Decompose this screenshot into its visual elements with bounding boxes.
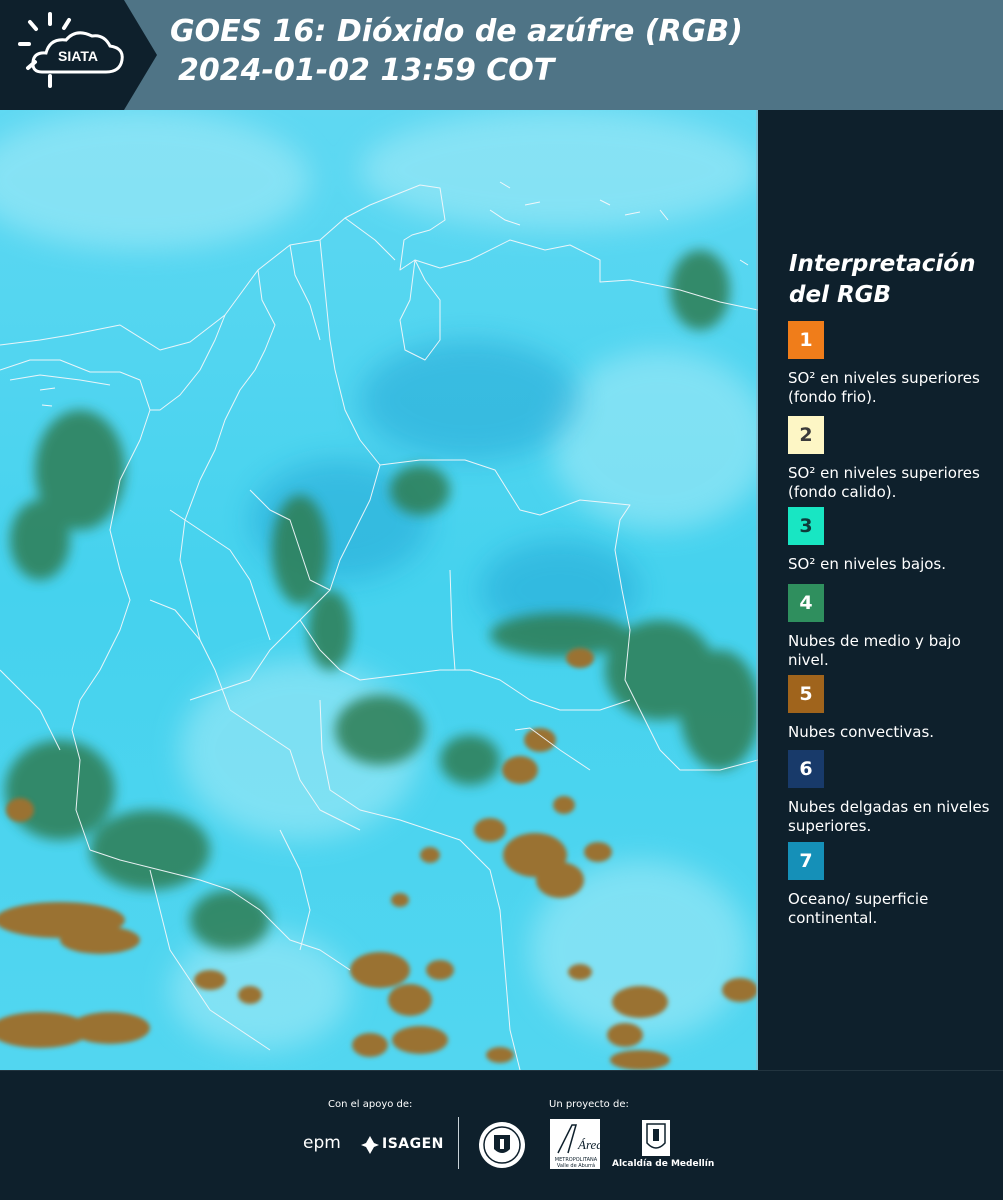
page-timestamp: 2024-01-02 13:59 COT: [178, 53, 555, 88]
area-subtitle: METROPOLITANA Valle de Aburrá: [554, 1157, 598, 1169]
legend-swatch: 2: [788, 416, 824, 454]
legend-swatch: 5: [788, 675, 824, 713]
legend-panel: Interpretación del RGB 1 SO² en niveles …: [758, 110, 1003, 1070]
alcaldia-shield-icon: [642, 1120, 670, 1156]
medellin-seal-icon: [479, 1122, 525, 1168]
project-label: Un proyecto de:: [549, 1099, 629, 1110]
legend-label: Oceano/ superficie continental.: [788, 890, 929, 927]
legend-swatch: 7: [788, 842, 824, 880]
legend-swatch: 3: [788, 507, 824, 545]
footer-divider: [458, 1117, 459, 1169]
area-text: Área: [577, 1137, 600, 1152]
legend-swatch: 1: [788, 321, 824, 359]
legend-swatch: 4: [788, 584, 824, 622]
legend-item-4: 4 Nubes de medio y bajo nivel.: [788, 584, 998, 670]
legend-label: Nubes delgadas en niveles superiores.: [788, 798, 990, 835]
legend-label: SO² en niveles superiores (fondo frio).: [788, 369, 980, 406]
siata-logo: SIATA: [0, 0, 160, 110]
alcaldia-label: Alcaldía de Medellín: [612, 1159, 715, 1169]
legend-title-line2: del RGB: [789, 282, 892, 308]
header-bar: SIATA GOES 16: Dióxido de azúfre (RGB) 2…: [0, 0, 1003, 110]
logo-text: SIATA: [58, 48, 98, 64]
legend-label: SO² en niveles bajos.: [788, 555, 947, 573]
legend-item-2: 2 SO² en niveles superiores (fondo calid…: [788, 416, 998, 502]
support-label: Con el apoyo de:: [328, 1099, 413, 1110]
legend-item-1: 1 SO² en niveles superiores (fondo frio)…: [788, 321, 998, 407]
legend-item-6: 6 Nubes delgadas en niveles superiores.: [788, 750, 998, 836]
satellite-map: [0, 110, 758, 1070]
legend-label: Nubes de medio y bajo nivel.: [788, 632, 961, 669]
legend-item-5: 5 Nubes convectivas.: [788, 675, 998, 742]
isagen-logo: ISAGEN: [382, 1136, 444, 1152]
page-title: GOES 16: Dióxido de azúfre (RGB): [170, 14, 743, 49]
legend-title: Interpretación del RGB: [789, 249, 989, 311]
legend-item-7: 7 Oceano/ superficie continental.: [788, 842, 998, 928]
page: SIATA GOES 16: Dióxido de azúfre (RGB) 2…: [0, 0, 1003, 1200]
legend-title-line1: Interpretación: [789, 251, 976, 277]
legend-swatch: 6: [788, 750, 824, 788]
legend-label: Nubes convectivas.: [788, 723, 935, 741]
isagen-icon: [361, 1136, 379, 1154]
epm-logo: epm: [303, 1133, 341, 1153]
legend-item-3: 3 SO² en niveles bajos.: [788, 507, 998, 574]
legend-label: SO² en niveles superiores (fondo calido)…: [788, 464, 980, 501]
footer-bar: Con el apoyo de: Un proyecto de: epm ISA…: [0, 1070, 1003, 1200]
